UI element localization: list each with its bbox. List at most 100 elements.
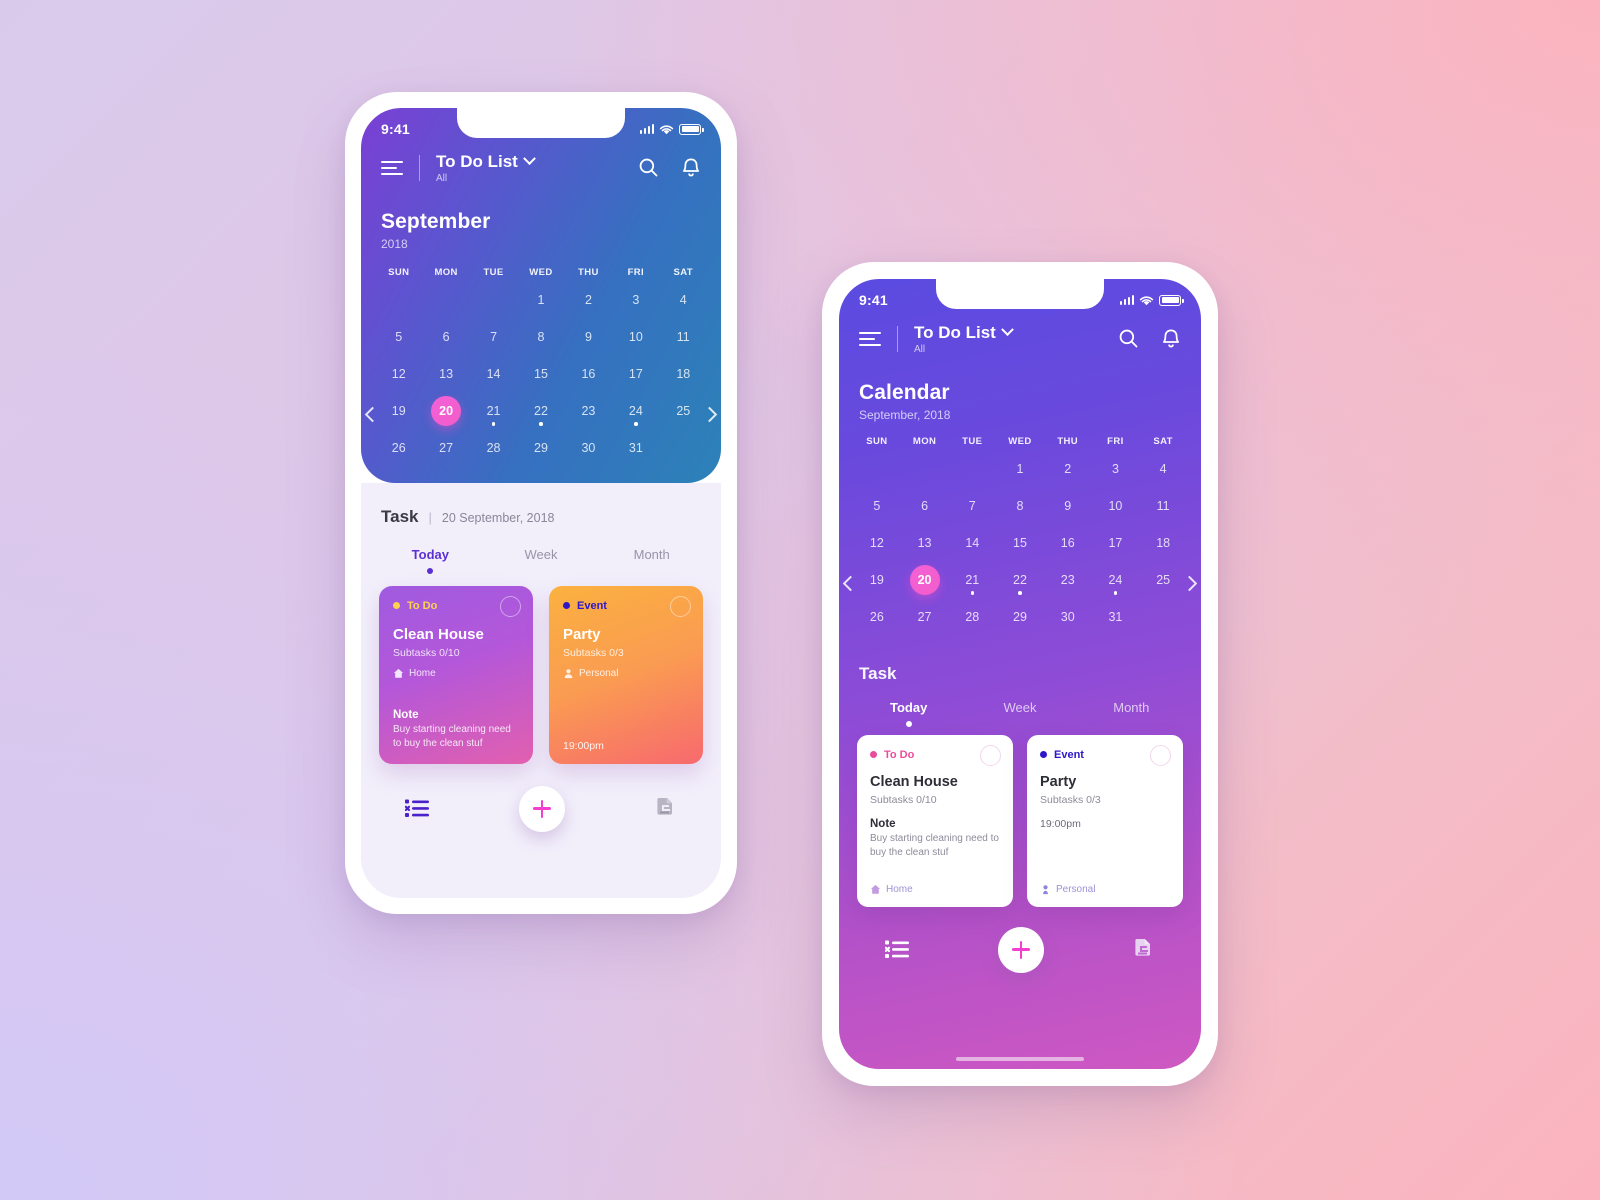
calendar-day[interactable]: 12 bbox=[375, 356, 422, 393]
documents-icon[interactable] bbox=[653, 797, 677, 821]
weekday-mon: MON bbox=[912, 435, 937, 447]
tab-today[interactable]: Today bbox=[853, 700, 964, 729]
calendar-day[interactable]: 13 bbox=[422, 356, 469, 393]
calendar-day[interactable]: 17 bbox=[612, 356, 659, 393]
check-circle-icon[interactable] bbox=[980, 744, 1001, 766]
calendar-day[interactable]: 30 bbox=[1044, 599, 1092, 636]
home-indicator[interactable] bbox=[956, 1057, 1084, 1061]
calendar-day[interactable]: 14 bbox=[470, 356, 517, 393]
calendar-day[interactable]: 1 bbox=[517, 282, 564, 319]
tab-today[interactable]: Today bbox=[375, 547, 486, 576]
calendar-day[interactable]: 5 bbox=[853, 488, 901, 525]
calendar-day[interactable]: 5 bbox=[375, 319, 422, 356]
calendar-day[interactable]: 3 bbox=[612, 282, 659, 319]
notification-bell-icon[interactable] bbox=[681, 157, 701, 179]
calendar-day[interactable]: 13 bbox=[901, 525, 949, 562]
calendar-day[interactable]: 19 bbox=[853, 562, 901, 599]
calendar-day[interactable]: 18 bbox=[660, 356, 707, 393]
calendar-day-number: 26 bbox=[391, 440, 406, 455]
card-tag-label: Personal bbox=[1056, 883, 1096, 895]
task-card-todo[interactable]: To Do Clean House Subtasks 0/10 Home Not… bbox=[379, 585, 533, 764]
tab-month[interactable]: Month bbox=[1076, 700, 1187, 729]
calendar-day[interactable]: 30 bbox=[565, 430, 612, 467]
calendar-day[interactable]: 31 bbox=[612, 430, 659, 467]
calendar-day[interactable]: 27 bbox=[901, 599, 949, 636]
calendar-day[interactable]: 1 bbox=[996, 451, 1044, 488]
calendar-day[interactable]: 21 bbox=[470, 393, 517, 430]
calendar-day[interactable]: 22 bbox=[996, 562, 1044, 599]
calendar-day[interactable]: 7 bbox=[948, 488, 996, 525]
task-card-todo[interactable]: To Do Clean House Subtasks 0/10 Note Buy… bbox=[857, 734, 1013, 907]
calendar-day[interactable]: 28 bbox=[470, 430, 517, 467]
task-card-event[interactable]: Event Party Subtasks 0/3 Personal 19:00p… bbox=[549, 585, 703, 764]
calendar-day[interactable]: 31 bbox=[1092, 599, 1140, 636]
calendar-day[interactable]: 9 bbox=[1044, 488, 1092, 525]
app-title-group[interactable]: To Do List All bbox=[436, 152, 638, 184]
add-task-button[interactable] bbox=[519, 785, 565, 832]
calendar-day-selected[interactable]: 20 bbox=[422, 393, 469, 430]
tab-week[interactable]: Week bbox=[486, 547, 597, 576]
calendar-day[interactable]: 26 bbox=[375, 430, 422, 467]
chevron-down-icon[interactable] bbox=[1000, 323, 1014, 337]
calendar-day[interactable]: 9 bbox=[565, 319, 612, 356]
calendar-day[interactable]: 10 bbox=[612, 319, 659, 356]
tab-month[interactable]: Month bbox=[596, 547, 707, 576]
calendar-day[interactable]: 24 bbox=[612, 393, 659, 430]
calendar-day-selected[interactable]: 20 bbox=[901, 562, 949, 599]
notification-bell-icon[interactable] bbox=[1161, 328, 1181, 350]
calendar-day[interactable]: 16 bbox=[565, 356, 612, 393]
calendar-day[interactable]: 23 bbox=[565, 393, 612, 430]
calendar-day[interactable]: 24 bbox=[1092, 562, 1140, 599]
calendar-day[interactable]: 2 bbox=[565, 282, 612, 319]
calendar-day[interactable]: 6 bbox=[422, 319, 469, 356]
calendar-day[interactable]: 14 bbox=[948, 525, 996, 562]
tab-week[interactable]: Week bbox=[964, 700, 1075, 729]
check-circle-icon[interactable] bbox=[1150, 744, 1171, 766]
calendar-day[interactable]: 7 bbox=[470, 319, 517, 356]
documents-icon[interactable] bbox=[1131, 938, 1155, 962]
search-icon[interactable] bbox=[638, 157, 659, 178]
calendar-day[interactable]: 3 bbox=[1092, 451, 1140, 488]
calendar-day[interactable]: 4 bbox=[660, 282, 707, 319]
calendar-day[interactable]: 15 bbox=[517, 356, 564, 393]
calendar-day[interactable]: 4 bbox=[1139, 451, 1187, 488]
calendar-day[interactable]: 8 bbox=[996, 488, 1044, 525]
card-title: Party bbox=[563, 625, 601, 643]
calendar-day[interactable]: 26 bbox=[853, 599, 901, 636]
calendar-day[interactable]: 23 bbox=[1044, 562, 1092, 599]
calendar-day[interactable]: 19 bbox=[375, 393, 422, 430]
check-circle-icon[interactable] bbox=[670, 595, 691, 617]
calendar-day[interactable]: 28 bbox=[948, 599, 996, 636]
hamburger-menu-icon[interactable] bbox=[381, 160, 403, 175]
calendar-day[interactable]: 17 bbox=[1092, 525, 1140, 562]
calendar-day[interactable]: 25 bbox=[660, 393, 707, 430]
calendar-day[interactable]: 27 bbox=[422, 430, 469, 467]
task-list-icon[interactable] bbox=[885, 939, 911, 960]
task-list-icon[interactable] bbox=[405, 798, 431, 819]
calendar-day[interactable]: 22 bbox=[517, 393, 564, 430]
calendar-day[interactable]: 18 bbox=[1139, 525, 1187, 562]
calendar-day[interactable]: 12 bbox=[853, 525, 901, 562]
calendar-day[interactable]: 10 bbox=[1092, 488, 1140, 525]
calendar-day-number: 7 bbox=[490, 329, 498, 344]
calendar-day[interactable]: 11 bbox=[1139, 488, 1187, 525]
calendar-day[interactable]: 29 bbox=[996, 599, 1044, 636]
calendar-day[interactable]: 25 bbox=[1139, 562, 1187, 599]
calendar-day[interactable]: 16 bbox=[1044, 525, 1092, 562]
search-icon[interactable] bbox=[1118, 328, 1139, 349]
calendar-day[interactable]: 29 bbox=[517, 430, 564, 467]
calendar-day[interactable]: 8 bbox=[517, 319, 564, 356]
calendar-day[interactable]: 15 bbox=[996, 525, 1044, 562]
app-title-group[interactable]: To Do List All bbox=[914, 323, 1118, 355]
weekday-header-row: SUN MON TUE WED THU FRI SAT bbox=[375, 267, 707, 282]
calendar-day-number: 26 bbox=[869, 609, 884, 624]
chevron-down-icon[interactable] bbox=[522, 152, 536, 166]
calendar-day[interactable]: 21 bbox=[948, 562, 996, 599]
calendar-day[interactable]: 2 bbox=[1044, 451, 1092, 488]
calendar-day[interactable]: 6 bbox=[901, 488, 949, 525]
check-circle-icon[interactable] bbox=[500, 595, 521, 617]
hamburger-menu-icon[interactable] bbox=[859, 331, 881, 346]
add-task-button[interactable] bbox=[998, 926, 1044, 973]
task-card-event[interactable]: Event Party Subtasks 0/3 19:00pm Persona… bbox=[1027, 734, 1183, 907]
calendar-day[interactable]: 11 bbox=[660, 319, 707, 356]
